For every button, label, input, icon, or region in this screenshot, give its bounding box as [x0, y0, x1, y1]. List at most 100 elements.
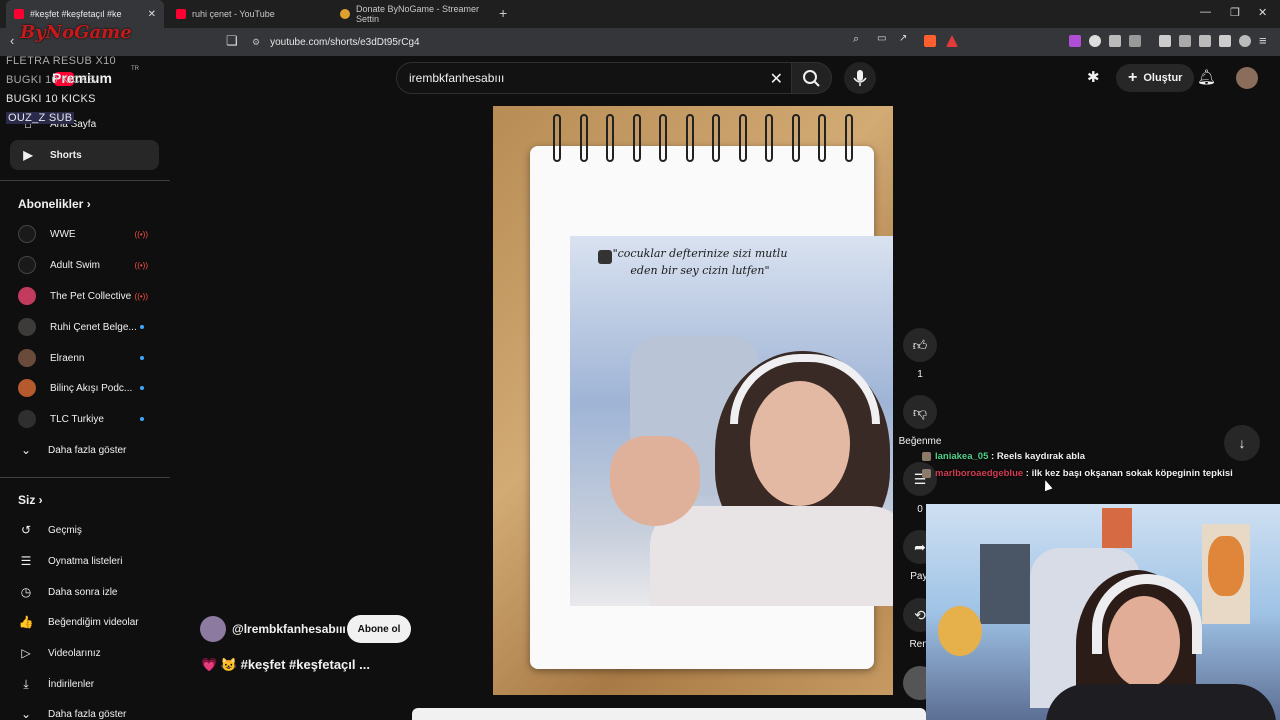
clock-icon: ◷	[20, 585, 32, 599]
video-caption-text: "cocuklar defterinize sizi mutlu eden bi…	[612, 247, 788, 277]
extension-icon[interactable]	[1069, 35, 1081, 47]
chat-message: laniakea_05 : Reels kaydırak abla	[922, 451, 1085, 462]
brave-shield-icon[interactable]	[924, 35, 936, 47]
extension-icon[interactable]	[1089, 35, 1101, 47]
tab-label: ruhi çenet - YouTube	[192, 9, 275, 19]
clear-icon[interactable]: ✕	[770, 69, 783, 89]
arrow-down-icon: ↓	[1238, 435, 1246, 451]
notifications-bell-icon[interactable]: 🔔︎	[1197, 68, 1216, 86]
sidebar-channel[interactable]: Elraenn	[18, 343, 168, 373]
sidebar-item-your-videos[interactable]: ▷ Videolarınız	[18, 638, 168, 668]
video-icon: ▷	[21, 646, 31, 660]
sidebar-item-shorts[interactable]: ▶ Shorts	[10, 140, 159, 170]
streamer-webcam	[926, 504, 1280, 720]
live-icon: ((•))	[134, 291, 148, 301]
chat-message: marlboroaedgeblue : ilk kez başı okşanan…	[922, 468, 1233, 479]
cast-icon[interactable]: ▭	[877, 33, 886, 44]
you-header[interactable]: Siz ›	[18, 493, 43, 507]
live-icon: ((•))	[134, 229, 148, 239]
dislike-button[interactable]: 👎︎	[903, 395, 937, 429]
sidebar-item-downloads[interactable]: ⤓ İndirilenler	[18, 669, 168, 699]
sidebar-item-label: Daha sonra izle	[48, 586, 118, 598]
dislike-label: Beğenme	[898, 436, 942, 447]
channel-name: WWE	[50, 228, 76, 240]
sidebar-item-label: Videolarınız	[48, 647, 101, 659]
like-button[interactable]: 👍︎	[903, 328, 937, 362]
media-icon[interactable]	[1159, 35, 1171, 47]
shorts-player[interactable]: "cocuklar defterinize sizi mutlu eden bi…	[493, 106, 893, 695]
sidebar-item-history[interactable]: ↺ Geçmiş	[18, 515, 168, 545]
youtube-favicon-icon	[176, 9, 186, 19]
channel-avatar[interactable]	[200, 616, 226, 642]
spiral-ring	[712, 114, 721, 162]
sidebar-item-label: Daha fazla göster	[48, 708, 127, 720]
channel-name: Bilinç Akışı Podc...	[50, 382, 133, 394]
minimize-icon[interactable]: —	[1200, 6, 1211, 18]
next-short-button[interactable]: ↓	[1224, 425, 1260, 461]
share-icon[interactable]: ↗	[899, 33, 907, 44]
channel-name: Adult Swim	[50, 259, 101, 271]
sidebar-channel[interactable]: Bilinç Akışı Podc...	[18, 373, 168, 403]
chat-text: ilk kez başı okşanan sokak köpeginin tep…	[1031, 468, 1233, 479]
window-close-icon[interactable]: ✕	[1258, 6, 1267, 19]
sidebar-channel[interactable]: Adult Swim ((•))	[18, 250, 168, 280]
browser-tab[interactable]: ruhi çenet - YouTube	[168, 0, 330, 28]
maximize-icon[interactable]: ❐	[1230, 6, 1240, 19]
sidebar-item-label: Geçmiş	[48, 524, 82, 536]
menu-icon[interactable]: ≡	[1259, 33, 1267, 48]
voice-search-button[interactable]	[844, 62, 876, 94]
sidebar-channel[interactable]: TLC Turkiye	[18, 404, 168, 434]
sidebar-channel[interactable]: WWE ((•))	[18, 219, 168, 249]
tab-label: #keşfet #keşfetaçıl #ke	[30, 9, 122, 19]
sidebar-item-watch-later[interactable]: ◷ Daha sonra izle	[18, 577, 168, 607]
donate-favicon-icon	[340, 9, 350, 19]
channel-name[interactable]: @lrembkfanhesabııı	[232, 622, 346, 636]
sidebar-show-more[interactable]: ⌄ Daha fazla göster	[18, 435, 168, 465]
extension-icon[interactable]	[1129, 35, 1141, 47]
mouse-cursor-icon	[1041, 478, 1053, 492]
search-button[interactable]	[792, 62, 832, 94]
back-icon[interactable]: ‹	[10, 33, 14, 48]
short-title[interactable]: 💗 😺 #keşfet #keşfetaçıl ...	[201, 657, 370, 673]
shorts-icon: ▶	[23, 148, 33, 162]
create-button[interactable]: + Oluştur	[1116, 64, 1195, 92]
address-bar: ‹ ❏ ⚙ youtube.com/shorts/e3dDt95rCg4 ⌕ ▭…	[0, 28, 1280, 56]
new-tab-icon[interactable]: +	[499, 5, 507, 21]
subscribe-button[interactable]: Abone ol	[347, 615, 411, 643]
sidebar-show-more[interactable]: ⌄ Daha fazla göster	[18, 699, 168, 720]
channel-name: The Pet Collective	[50, 290, 132, 302]
wall-flag	[1102, 508, 1132, 548]
sidebar-toggle-icon[interactable]	[1179, 35, 1191, 47]
vpn-icon[interactable]	[1239, 35, 1251, 47]
overlay-event-line: FLETRA RESUB X10	[6, 55, 116, 67]
overlay-event-line: OUZ_Z SUB	[6, 112, 75, 124]
share-arrow-icon: ➦	[914, 538, 926, 555]
studio-icon[interactable]: ✱	[1087, 68, 1100, 86]
channel-avatar	[18, 410, 36, 428]
sidebar-item-liked[interactable]: 👍 Beğendiğim videolar	[18, 607, 168, 637]
close-icon[interactable]: ✕	[148, 9, 156, 20]
wallet-icon[interactable]	[1199, 35, 1211, 47]
sidebar-item-playlists[interactable]: ☰ Oynatma listeleri	[18, 546, 168, 576]
search-query: irembkfanhesabııı	[409, 71, 505, 85]
bookmark-icon[interactable]: ❏	[226, 33, 238, 49]
zoom-icon[interactable]: ⌕	[853, 33, 859, 46]
spiral-ring	[765, 114, 774, 162]
subscriptions-header[interactable]: Abonelikler ›	[18, 197, 91, 211]
sidebar-item-label: İndirilenler	[48, 678, 95, 690]
puzzle-icon[interactable]	[1109, 35, 1121, 47]
browser-tab[interactable]: Donate ByNoGame - Streamer Settin	[332, 0, 492, 28]
search-input[interactable]: irembkfanhesabııı ✕	[396, 62, 792, 94]
channel-avatar	[18, 318, 36, 336]
leo-icon[interactable]	[1219, 35, 1231, 47]
download-icon: ⤓	[23, 676, 29, 691]
shirt	[650, 506, 893, 606]
plush-bear	[938, 606, 982, 656]
spiral-ring	[791, 114, 800, 162]
sidebar-channel[interactable]: The Pet Collective ((•))	[18, 281, 168, 311]
like-count: 1	[917, 369, 923, 380]
site-info-icon[interactable]: ⚙	[252, 37, 260, 48]
sidebar-channel[interactable]: Ruhi Çenet Belge...	[18, 312, 168, 342]
spiral-ring	[659, 114, 668, 162]
avatar[interactable]	[1236, 67, 1258, 89]
